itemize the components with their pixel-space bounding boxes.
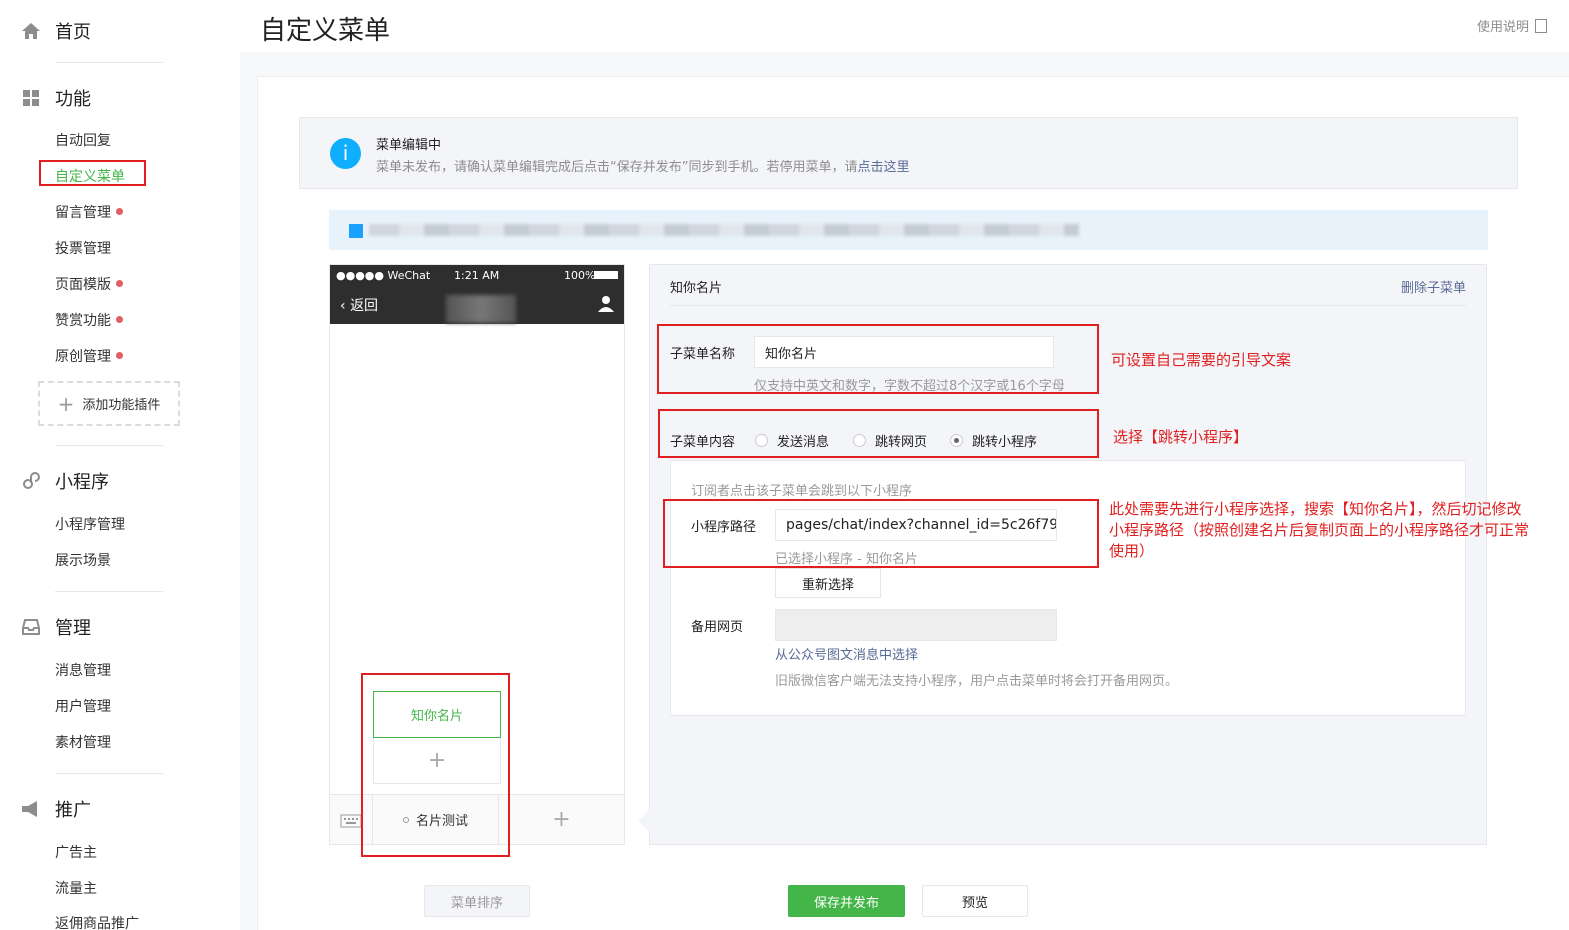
preview-button[interactable]: 预览 (922, 885, 1028, 917)
sidebar-item-auto-reply[interactable]: 自动回复 (55, 130, 111, 150)
time-text: 1:21 AM (454, 269, 500, 282)
carrier-text: ●●●●● WeChat (336, 269, 431, 282)
notification-dot (116, 280, 123, 287)
panel-pointer (638, 809, 650, 833)
info-icon: i (330, 138, 361, 169)
sidebar-item-voting[interactable]: 投票管理 (55, 238, 111, 258)
megaphone-icon (22, 801, 37, 817)
add-main-menu-button[interactable]: + (499, 795, 624, 844)
sidebar-divider (55, 773, 163, 774)
save-publish-button[interactable]: 保存并发布 (788, 885, 905, 917)
sidebar-item-users[interactable]: 用户管理 (55, 696, 111, 716)
sidebar-item-advertiser[interactable]: 广告主 (55, 842, 97, 862)
sidebar-home[interactable]: 首页 (20, 18, 91, 44)
sidebar-item-materials[interactable]: 素材管理 (55, 732, 111, 752)
backup-page-label: 备用网页 (691, 620, 744, 635)
document-icon (1535, 18, 1547, 33)
highlight-box-menu (361, 673, 510, 857)
sidebar-item-publisher[interactable]: 流量主 (55, 878, 97, 898)
annotation-path-note: 此处需要先进行小程序选择，搜索【知你名片】，然后切记修改 小程序路径（按照创建名… (1109, 500, 1530, 560)
miniprogram-hint: 订阅者点击该子菜单会跳到以下小程序 (691, 484, 913, 499)
notification-dot (116, 208, 123, 215)
highlight-box-content (658, 409, 1099, 458)
sidebar-section-promo: 推广 (20, 796, 91, 822)
blurred-account-name (446, 295, 516, 323)
sidebar-section-miniprogram: 小程序 (20, 468, 109, 494)
sidebar-divider (55, 445, 163, 446)
sidebar-item-page-templates[interactable]: 页面模版 (55, 274, 123, 294)
account-bar-blurred (329, 210, 1488, 250)
plus-icon: + (57, 391, 75, 416)
battery-icon (594, 271, 618, 279)
user-icon (598, 296, 614, 312)
editor-divider (670, 305, 1466, 306)
highlight-box-name (657, 324, 1099, 394)
home-icon (22, 23, 40, 39)
add-plugin-button[interactable]: + 添加功能插件 (38, 381, 180, 426)
battery-text: 100% (564, 269, 596, 282)
backup-page-hint: 旧版微信客户端无法支持小程序，用户点击菜单时将会打开备用网页。 (775, 674, 1179, 689)
highlight-box-custom-menu (39, 160, 146, 186)
sidebar-item-appreciation[interactable]: 赞赏功能 (55, 310, 123, 330)
sidebar-item-messages[interactable]: 消息管理 (55, 660, 111, 680)
editing-notice: i 菜单编辑中 菜单未发布，请确认菜单编辑完成后点击“保存并发布”同步到手机。若… (299, 117, 1518, 189)
sidebar-divider (55, 62, 163, 63)
delete-submenu-link[interactable]: 删除子菜单 (1401, 277, 1466, 296)
notification-dot (116, 316, 123, 323)
sidebar-divider (55, 591, 163, 592)
account-avatar (349, 224, 363, 238)
reselect-button[interactable]: 重新选择 (775, 568, 881, 598)
phone-header: ●●●●● WeChat 1:21 AM 100% ‹ 返回 (330, 265, 624, 324)
help-link[interactable]: 使用说明 (1477, 16, 1547, 35)
notice-link[interactable]: 点击这里 (857, 160, 909, 175)
notice-text: 菜单未发布，请确认菜单编辑完成后点击“保存并发布”同步到手机。若停用菜单，请点击… (376, 160, 910, 175)
notification-dot (116, 352, 123, 359)
sidebar-item-scene[interactable]: 展示场景 (55, 550, 111, 570)
link-icon (23, 472, 40, 489)
chevron-left-icon: ‹ (340, 298, 351, 314)
annotation-select-miniprogram: 选择【跳转小程序】 (1113, 428, 1249, 446)
sidebar-section-function: 功能 (20, 85, 91, 111)
select-from-articles-link[interactable]: 从公众号图文消息中选择 (775, 644, 918, 663)
grid-icon (23, 90, 39, 106)
annotation-guide-text: 可设置自己需要的引导文案 (1111, 351, 1292, 369)
blurred-content (369, 224, 1079, 236)
backup-page-input[interactable] (775, 609, 1057, 641)
highlight-box-path (663, 499, 1099, 568)
menu-sort-button[interactable]: 菜单排序 (424, 885, 530, 917)
back-button[interactable]: ‹ 返回 (340, 295, 378, 315)
sidebar-item-rebate[interactable]: 返佣商品推广 (55, 913, 139, 930)
sidebar-item-comments[interactable]: 留言管理 (55, 202, 123, 222)
sidebar-item-mp-manage[interactable]: 小程序管理 (55, 514, 125, 534)
sidebar-section-manage: 管理 (20, 614, 91, 640)
page-title: 自定义菜单 (260, 16, 391, 46)
sidebar-item-original[interactable]: 原创管理 (55, 346, 123, 366)
notice-title: 菜单编辑中 (376, 138, 442, 153)
inbox-icon (22, 619, 40, 635)
editor-title: 知你名片 (670, 281, 723, 296)
